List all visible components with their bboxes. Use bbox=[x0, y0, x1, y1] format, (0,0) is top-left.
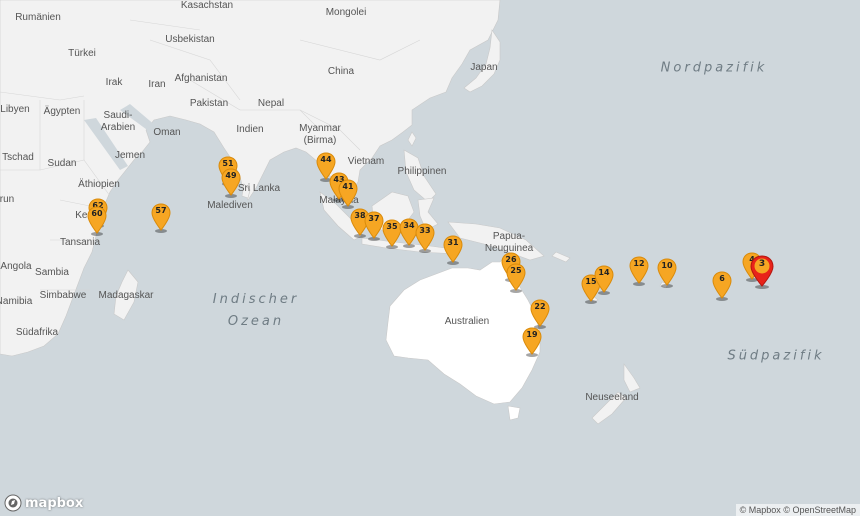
label-vietnam: Vietnam bbox=[347, 156, 385, 167]
map-attribution: © Mapbox © OpenStreetMap bbox=[735, 504, 860, 516]
marker-49[interactable]: 49 bbox=[221, 168, 241, 198]
label-japan: Japan bbox=[470, 62, 498, 73]
label-myanmar: Myanmar (Birma) bbox=[299, 123, 341, 146]
label-china: China bbox=[327, 66, 355, 77]
label-tschad: Tschad bbox=[2, 152, 34, 163]
marker-57[interactable]: 57 bbox=[151, 203, 171, 233]
map-basemap bbox=[0, 0, 860, 516]
label-angola: Angola bbox=[0, 261, 32, 272]
mapbox-logo-text: mapbox bbox=[25, 495, 84, 511]
label-suedafrika: Südafrika bbox=[15, 327, 59, 338]
marker-14[interactable]: 14 bbox=[594, 265, 614, 295]
marker-10[interactable]: 10 bbox=[657, 258, 677, 288]
label-sudan: Sudan bbox=[47, 158, 77, 169]
label-tansania: Tansania bbox=[59, 237, 101, 248]
label-irak: Irak bbox=[105, 77, 123, 88]
marker-12[interactable]: 12 bbox=[629, 256, 649, 286]
label-sambia: Sambia bbox=[35, 267, 69, 278]
attribution-osm-link[interactable]: © OpenStreetMap bbox=[783, 505, 856, 515]
label-iran: Iran bbox=[148, 79, 166, 90]
marker-31[interactable]: 31 bbox=[443, 235, 463, 265]
label-run: run bbox=[0, 194, 15, 205]
attribution-mapbox-link[interactable]: © Mapbox bbox=[740, 505, 781, 515]
mapbox-logo[interactable]: mapbox bbox=[4, 494, 83, 512]
mapbox-logo-icon bbox=[4, 494, 22, 512]
label-oman: Oman bbox=[153, 127, 181, 138]
label-philippinen: Philippinen bbox=[397, 166, 447, 177]
label-nordpazifik: Nordpazifik bbox=[660, 60, 768, 76]
label-indien: Indien bbox=[236, 124, 264, 135]
label-mongolei: Mongolei bbox=[325, 7, 367, 18]
label-australien: Australien bbox=[444, 316, 490, 327]
marker-3-active[interactable]: 3 bbox=[750, 255, 774, 289]
label-simbabwe: Simbabwe bbox=[39, 290, 87, 301]
marker-60[interactable]: 60 bbox=[87, 206, 107, 236]
label-madagaskar: Madagaskar bbox=[98, 290, 154, 301]
marker-19[interactable]: 19 bbox=[522, 327, 542, 357]
label-neuseeland: Neuseeland bbox=[585, 392, 639, 403]
label-malediven: Malediven bbox=[207, 200, 253, 211]
marker-6[interactable]: 6 bbox=[712, 271, 732, 301]
label-aegypten: Ägypten bbox=[43, 106, 81, 117]
label-libyen: Libyen bbox=[0, 104, 30, 115]
label-rumaenien: Rumänien bbox=[15, 12, 61, 23]
label-kasachstan: Kasachstan bbox=[180, 0, 234, 11]
map-canvas[interactable]: Rumänien Kasachstan Mongolei Türkei Usbe… bbox=[0, 0, 860, 516]
marker-37[interactable]: 37 bbox=[364, 211, 384, 241]
marker-41[interactable]: 41 bbox=[338, 179, 358, 209]
marker-25[interactable]: 25 bbox=[506, 263, 526, 293]
label-jemen: Jemen bbox=[114, 150, 146, 161]
label-usbekistan: Usbekistan bbox=[165, 34, 215, 45]
label-tuerkei: Türkei bbox=[68, 48, 96, 59]
label-indischer-ozean: Indischer Ozean bbox=[212, 292, 300, 329]
marker-22[interactable]: 22 bbox=[530, 299, 550, 329]
label-aethiopien: Äthiopien bbox=[78, 179, 120, 190]
label-namibia: Namibia bbox=[0, 296, 33, 307]
label-saudi-arabien: Saudi- Arabien bbox=[100, 110, 136, 133]
label-sri-lanka: Sri Lanka bbox=[237, 183, 281, 194]
label-afghanistan: Afghanistan bbox=[174, 73, 228, 84]
label-suedpazifik: Südpazifik bbox=[727, 348, 825, 364]
label-pakistan: Pakistan bbox=[189, 98, 229, 109]
label-nepal: Nepal bbox=[257, 98, 285, 109]
marker-33[interactable]: 33 bbox=[415, 223, 435, 253]
